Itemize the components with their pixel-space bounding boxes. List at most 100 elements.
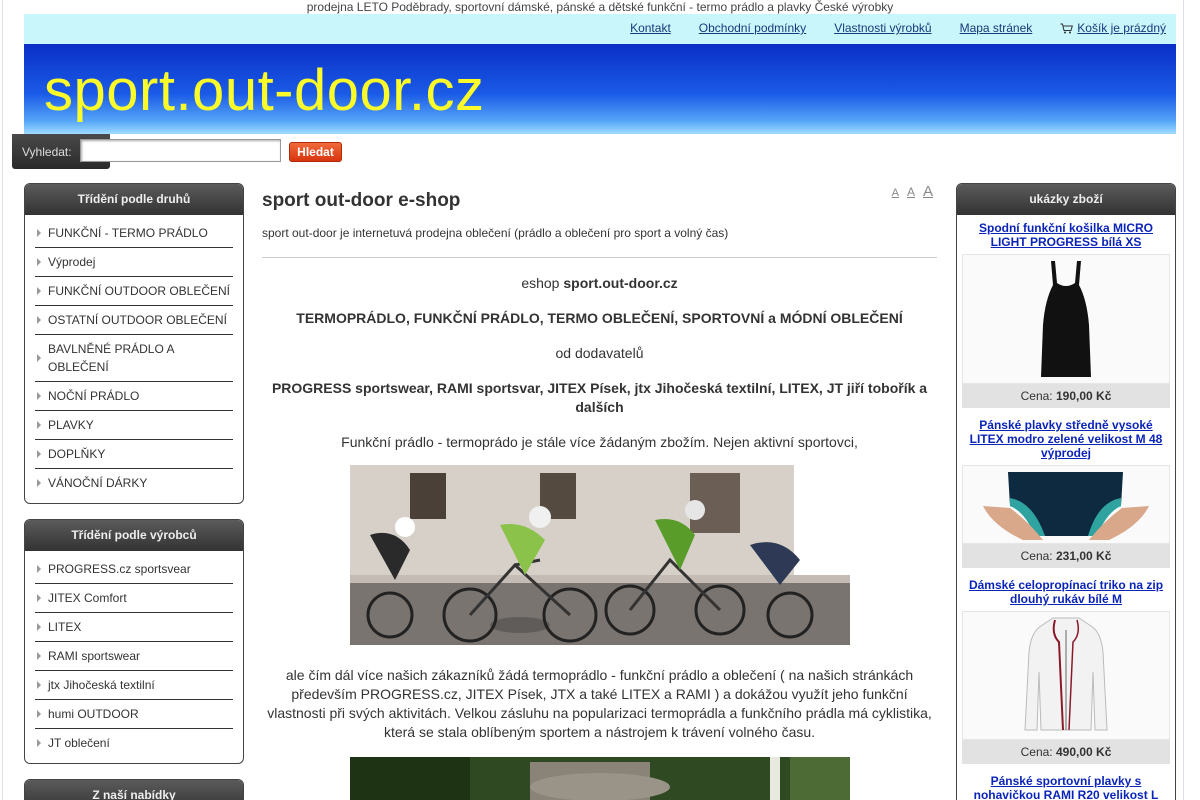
sidebar-item-label: Výprodej [48,255,96,269]
sidebar-item-jtx[interactable]: jtx Jihočeská textilní [35,671,233,700]
nav-link-sitemap[interactable]: Mapa stránek [960,21,1033,35]
top-nav: Kontakt Obchodní podmínky Vlastnosti výr… [630,21,1166,35]
price-label: Cena: [1020,389,1053,403]
product-card: Spodní funkční košilka MICRO LIGHT PROGR… [957,221,1175,408]
search-input[interactable] [80,139,281,162]
eshop-line: eshop sport.out-door.cz [262,274,937,293]
sidebar-item-label: FUNKČNÍ - TERMO PRÁDLO [48,226,208,240]
sidebar-item-accessories[interactable]: DOPLŇKY [35,440,233,469]
cart-status-label: Košík je prázdný [1077,21,1166,35]
paragraph-2: ale čím dál více našich zákazníků žádá t… [267,667,932,740]
arrow-right-icon [37,681,41,689]
cart-link[interactable]: Košík je prázdný [1060,21,1166,35]
sidebar-item-label: PROGRESS.cz sportsvear [48,562,191,576]
sidebar-manufacturers-list: PROGRESS.cz sportsvear JITEX Comfort LIT… [25,551,243,759]
sidebar-categories-title: Třídění podle druhů [25,184,243,215]
font-size-switcher: A A A [892,183,933,200]
font-size-small-link[interactable]: A [892,187,899,199]
price-label: Cena: [1020,745,1053,759]
nav-link-terms[interactable]: Obchodní podmínky [699,21,806,35]
sidebar-item-label: humi OUTDOOR [48,707,139,721]
product-price: Cena: 190,00 Kč [962,384,1170,408]
sidebar-item-label: NOČNÍ PRÁDLO [48,389,140,403]
search-button[interactable]: Hledat [289,142,342,162]
paragraph-1: Funkční prádlo - termoprádo je stále víc… [341,434,858,450]
suppliers-intro: od dodavatelů [555,345,644,361]
arrow-right-icon [37,710,41,718]
arrow-right-icon [37,479,41,487]
intro-text: eshop sport.out-door.cz TERMOPRÁDLO, FUN… [262,274,937,452]
arrow-right-icon [37,594,41,602]
sidebar-item-label: LITEX [48,620,82,634]
sidebar-item-functional-thermo[interactable]: FUNKČNÍ - TERMO PRÁDLO [35,219,233,248]
sidebar-manufacturers-box: Třídění podle výrobců PROGRESS.cz sports… [24,519,244,764]
headline: TERMOPRÁDLO, FUNKČNÍ PRÁDLO, TERMO OBLEČ… [262,309,937,328]
black-camisole-image[interactable] [962,254,1170,384]
product-samples-title: ukázky zboží [957,184,1175,215]
sidebar-item-other-outdoor[interactable]: OSTATNÍ OUTDOOR OBLEČENÍ [35,306,233,335]
main-content: sport out-door e-shop A A A sport out-do… [262,183,937,452]
cyclists-photo [350,465,850,645]
sidebar-item-label: DOPLŇKY [48,447,106,461]
product-title-link[interactable]: Dámské celopropínací triko na zip dlouhý… [957,578,1175,606]
sidebar-categories-box: Třídění podle druhů FUNKČNÍ - TERMO PRÁD… [24,183,244,504]
product-title-link[interactable]: Pánské plavky středně vysoké LITEX modro… [957,418,1175,460]
arrow-right-icon [37,229,41,237]
page-subtitle: sport out-door je internetuvá prodejna o… [262,226,729,240]
suppliers-line: PROGRESS sportswear, RAMI sportsvar, JIT… [262,379,937,417]
product-title-link[interactable]: Pánské sportovní plavky s nohavičkou RAM… [957,774,1175,800]
arrow-right-icon [37,316,41,324]
sidebar-item-litex[interactable]: LITEX [35,613,233,642]
top-navigation-bar: Kontakt Obchodní podmínky Vlastnosti výr… [24,14,1176,44]
eshop-prefix: eshop [521,275,564,291]
price-value: 190,00 Kč [1055,389,1112,403]
product-price: Cena: 490,00 Kč [962,740,1170,764]
nav-link-product-properties[interactable]: Vlastnosti výrobků [834,21,931,35]
shopping-cart-icon [1060,23,1074,34]
white-zip-jacket-image[interactable] [962,611,1170,740]
sidebar-item-label: RAMI sportswear [48,649,141,663]
sidebar-item-jt[interactable]: JT oblečení [35,729,233,757]
product-title-link[interactable]: Spodní funkční košilka MICRO LIGHT PROGR… [957,221,1175,249]
site-title[interactable]: sport.out-door.cz [44,57,485,124]
sidebar-offer-box: Z naší nabídky [24,779,244,800]
sidebar-item-cotton[interactable]: BAVLNĚNÉ PRÁDLO A OBLEČENÍ [35,335,233,382]
sidebar-item-swimwear[interactable]: PLAVKY [35,411,233,440]
sidebar-item-christmas-gifts[interactable]: VÁNOČNÍ DÁRKY [35,469,233,497]
sidebar-item-nightwear[interactable]: NOČNÍ PRÁDLO [35,382,233,411]
arrow-right-icon [37,287,41,295]
suppliers-text: PROGRESS sportswear, RAMI sportsvar, JIT… [271,380,928,415]
divider [262,257,937,258]
arrow-right-icon [37,565,41,573]
product-price: Cena: 231,00 Kč [962,544,1170,568]
arrow-right-icon [37,623,41,631]
font-size-large-link[interactable]: A [923,183,933,200]
price-value: 231,00 Kč [1055,549,1112,563]
swim-briefs-image[interactable] [962,465,1170,544]
nav-link-contact[interactable]: Kontakt [630,21,671,35]
page-title: sport out-door e-shop [262,190,461,211]
sidebar-item-jitex[interactable]: JITEX Comfort [35,584,233,613]
search-label: Vyhledat: [22,145,72,159]
forest-photo [350,757,850,800]
sidebar-item-label: BAVLNĚNÉ PRÁDLO A OBLEČENÍ [48,342,174,374]
product-card: Pánské sportovní plavky s nohavičkou RAM… [957,774,1175,800]
sidebar-item-functional-outdoor[interactable]: FUNKČNÍ OUTDOOR OBLEČENÍ [35,277,233,306]
sidebar-item-label: JITEX Comfort [48,591,127,605]
arrow-right-icon [37,421,41,429]
site-tagline: prodejna LETO Poděbrady, sportovní dámsk… [306,0,894,14]
sidebar-manufacturers-title: Třídění podle výrobců [25,520,243,551]
sidebar-item-progress[interactable]: PROGRESS.cz sportsvear [35,555,233,584]
font-size-medium-link[interactable]: A [907,185,915,199]
sidebar-offer-title: Z naší nabídky [25,780,243,800]
sidebar-item-label: VÁNOČNÍ DÁRKY [48,476,148,490]
sidebar-item-humi[interactable]: humi OUTDOOR [35,700,233,729]
sidebar-item-label: jtx Jihočeská textilní [48,678,155,692]
sidebar-categories-list: FUNKČNÍ - TERMO PRÁDLO Výprodej FUNKČNÍ … [25,215,243,499]
product-card: Dámské celopropínací triko na zip dlouhý… [957,578,1175,764]
sidebar-item-rami[interactable]: RAMI sportswear [35,642,233,671]
sidebar-item-sale[interactable]: Výprodej [35,248,233,277]
sidebar-item-label: JT oblečení [48,736,110,750]
eshop-name: sport.out-door.cz [563,275,678,291]
headline-text: TERMOPRÁDLO, FUNKČNÍ PRÁDLO, TERMO OBLEČ… [296,310,903,326]
